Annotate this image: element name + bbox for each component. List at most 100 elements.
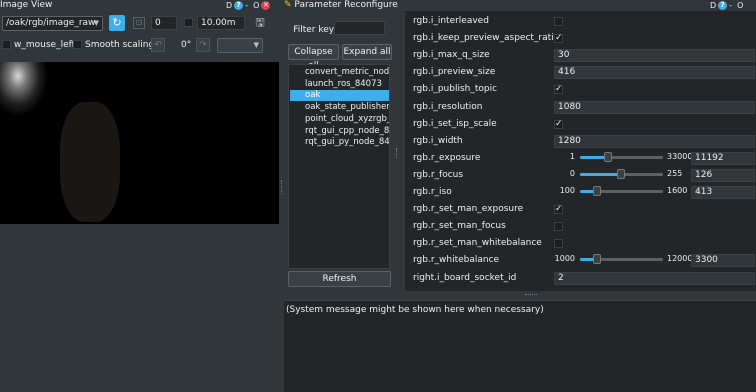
param-checkbox[interactable] xyxy=(554,17,563,26)
chevron-down-icon: ▼ xyxy=(253,41,259,49)
filter-key-input[interactable] xyxy=(334,21,385,35)
param-row: rgb.r_set_man_focus xyxy=(405,218,756,235)
reconfigure-titlebar-buttons: D ? - O xyxy=(710,0,743,11)
param-value-field[interactable]: 413 xyxy=(691,186,755,199)
param-checkbox[interactable] xyxy=(554,204,563,215)
param-row: right.i_board_socket_id 2 xyxy=(405,270,756,287)
splitter-handle[interactable] xyxy=(281,180,283,194)
help-icon[interactable]: ? xyxy=(234,1,244,10)
topic-combo-value: /oak/rgb/image_raw xyxy=(6,18,96,28)
slider-min-label: 1000 xyxy=(554,254,575,264)
node-list-item[interactable]: convert_metric_node xyxy=(290,67,389,78)
float-icon[interactable]: O xyxy=(737,1,743,10)
rotate-right-icon[interactable]: ↷ xyxy=(196,38,210,52)
dock-float-icon[interactable]: D xyxy=(226,1,232,10)
topic-combo[interactable]: /oak/rgb/image_raw ▼ xyxy=(2,16,103,31)
param-value-field[interactable]: 1080 xyxy=(554,100,755,114)
image-view-title: Image View xyxy=(0,0,53,10)
slider-max-label: 12000 xyxy=(667,254,693,264)
param-value-field[interactable]: 416 xyxy=(554,66,755,80)
param-value-field[interactable]: 126 xyxy=(691,168,755,182)
param-checkbox[interactable] xyxy=(554,84,563,95)
param-checkbox[interactable] xyxy=(554,33,563,44)
minimize-icon[interactable]: - xyxy=(245,1,251,10)
param-row: rgb.r_set_man_whitebalance xyxy=(405,235,756,252)
node-list-item[interactable]: launch_ros_84073 xyxy=(290,79,389,90)
param-row: rgb.r_iso 100 1600 413 xyxy=(405,184,756,201)
image-view-titlebar-buttons: D ? - O ✕ xyxy=(226,0,271,11)
close-icon[interactable]: ✕ xyxy=(261,1,271,10)
param-name: rgb.r_set_man_focus xyxy=(413,221,506,232)
param-checkbox[interactable] xyxy=(554,239,563,249)
node-list-item[interactable]: rqt_gui_py_node_841... xyxy=(290,137,389,148)
save-icon[interactable]: 🖫 xyxy=(253,16,267,30)
refresh-button[interactable]: Refresh xyxy=(288,271,391,287)
slider-handle[interactable] xyxy=(616,168,625,179)
param-value-field[interactable]: 3300 xyxy=(691,254,755,268)
param-row: rgb.r_exposure 1 33000 11192 xyxy=(405,150,756,167)
param-checkbox[interactable] xyxy=(554,119,563,129)
param-row: rgb.i_width 1280 xyxy=(405,133,756,150)
help-icon[interactable]: ? xyxy=(718,1,728,10)
slider-max-label: 255 xyxy=(667,168,683,178)
param-row: rgb.i_keep_preview_aspect_ratio xyxy=(405,30,756,47)
collapse-all-button[interactable]: Collapse all xyxy=(288,44,339,71)
param-checkbox[interactable] xyxy=(554,222,563,232)
size-spinbox[interactable]: 10.00m xyxy=(197,16,245,30)
param-name: rgb.r_focus xyxy=(413,169,464,180)
slider-handle[interactable] xyxy=(593,254,602,265)
plugin-icon: ✎ xyxy=(284,0,292,10)
size-checkbox[interactable] xyxy=(184,18,193,27)
slider-max-label: 1600 xyxy=(667,186,688,195)
slider-max-label: 33000 xyxy=(667,151,693,161)
node-list-item[interactable]: rqt_gui_cpp_node_8... xyxy=(290,126,389,137)
slider-handle[interactable] xyxy=(593,186,602,196)
camera-image[interactable] xyxy=(0,62,279,224)
param-value-field[interactable]: 11192 xyxy=(691,151,755,165)
param-slider[interactable] xyxy=(580,151,663,162)
param-name: rgb.r_set_man_whitebalance xyxy=(413,238,542,249)
node-list-item[interactable]: oak_state_publisher xyxy=(290,102,389,113)
node-list-item[interactable]: point_cloud_xyzrgb_... xyxy=(290,114,389,125)
mouse-left-label: w_mouse_left xyxy=(14,40,76,50)
mouse-left-checkbox[interactable] xyxy=(2,40,11,49)
param-name: rgb.i_interleaved xyxy=(413,16,489,26)
dock-float-icon[interactable]: D xyxy=(710,1,716,10)
param-name: rgb.i_width xyxy=(413,135,463,146)
expand-all-button[interactable]: Expand all xyxy=(342,44,392,60)
param-name: rgb.i_keep_preview_aspect_ratio xyxy=(413,33,560,44)
filter-key-text: Filter key: xyxy=(293,25,337,35)
param-slider[interactable] xyxy=(580,186,663,196)
node-list-item[interactable]: oak xyxy=(290,90,389,102)
param-row: rgb.i_interleaved xyxy=(405,13,756,30)
rotation-spinbox-value: 0 xyxy=(155,18,161,28)
param-value-field[interactable]: 30 xyxy=(554,49,755,63)
zoom-fit-icon[interactable]: ⊡ xyxy=(133,17,145,29)
param-row: rgb.i_resolution 1080 xyxy=(405,99,756,116)
param-row: rgb.i_publish_topic xyxy=(405,81,756,98)
param-name: rgb.i_resolution xyxy=(413,101,483,112)
float-icon[interactable]: O xyxy=(253,1,259,10)
param-slider[interactable] xyxy=(580,168,663,179)
splitter-handle[interactable] xyxy=(396,148,399,158)
refresh-topics-button[interactable]: ↻ xyxy=(109,15,125,31)
param-slider[interactable] xyxy=(580,254,663,265)
splitter-handle[interactable] xyxy=(525,294,537,296)
rotation-spinbox[interactable]: 0 xyxy=(151,16,177,30)
size-spinbox-value: 10.00m xyxy=(201,18,236,28)
smooth-scaling-checkbox[interactable] xyxy=(73,40,82,49)
param-name: rgb.i_max_q_size xyxy=(413,50,490,61)
param-value-field[interactable]: 1280 xyxy=(554,134,755,148)
param-value-field[interactable]: 2 xyxy=(554,271,755,285)
minimize-icon[interactable]: - xyxy=(729,1,735,10)
slider-handle[interactable] xyxy=(604,151,613,162)
chevron-down-icon: ▼ xyxy=(93,19,99,27)
parameter-table: rgb.i_interleaved rgb.i_keep_preview_aspe… xyxy=(405,11,756,291)
reconfigure-title: Parameter Reconfigure xyxy=(294,0,398,10)
param-row: rgb.r_whitebalance 1000 12000 3300 xyxy=(405,252,756,269)
rotate-left-icon[interactable]: ↶ xyxy=(151,38,165,52)
angle-label: 0° xyxy=(181,40,192,50)
param-name: rgb.r_iso xyxy=(413,187,452,197)
color-scheme-combo[interactable]: ▼ xyxy=(217,38,263,53)
slider-min-label: 1 xyxy=(569,151,575,161)
